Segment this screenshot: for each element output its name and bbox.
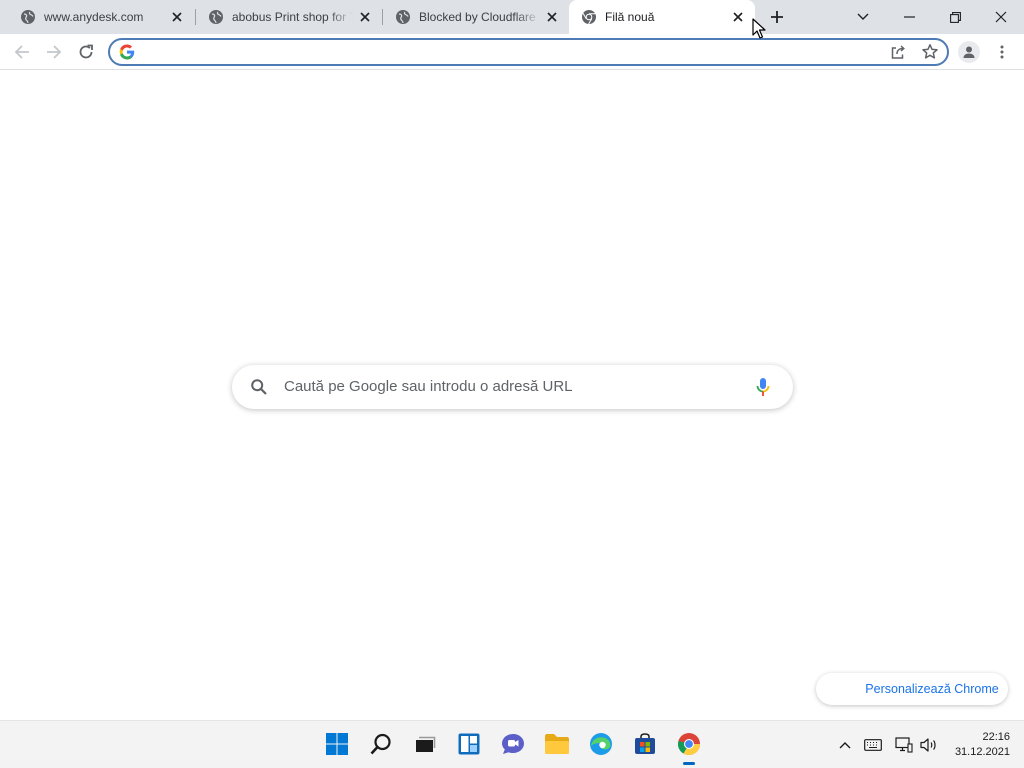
file-explorer-button[interactable] xyxy=(542,729,572,759)
task-view-icon xyxy=(416,736,436,752)
task-view-button[interactable] xyxy=(410,729,440,759)
chrome-taskbar-button[interactable] xyxy=(674,729,704,765)
widgets-icon xyxy=(458,733,480,755)
volume-icon xyxy=(920,738,936,752)
tab-anydesk[interactable]: www.anydesk.com xyxy=(8,0,194,34)
arrow-right-icon xyxy=(47,45,62,59)
globe-icon xyxy=(396,10,410,24)
share-icon[interactable] xyxy=(889,43,907,61)
close-icon xyxy=(547,12,557,22)
taskbar-clock[interactable]: 22:16 31.12.2021 xyxy=(948,730,1010,760)
edge-button[interactable] xyxy=(586,729,616,759)
google-icon xyxy=(119,44,135,60)
chrome-icon xyxy=(678,733,700,755)
ntp-search-box[interactable]: Caută pe Google sau introdu o adresă URL xyxy=(232,365,793,409)
start-button[interactable] xyxy=(322,729,352,759)
tab-close-button[interactable] xyxy=(544,9,560,25)
chrome-icon xyxy=(582,10,596,25)
close-icon xyxy=(172,12,182,22)
address-bar[interactable] xyxy=(108,38,949,66)
minimize-button[interactable] xyxy=(886,0,932,34)
new-tab-button[interactable] xyxy=(766,6,788,28)
show-hidden-icons-button[interactable] xyxy=(835,735,855,755)
tab-cloudflare[interactable]: Blocked by Cloudflare xyxy=(383,0,569,34)
customize-label: Personalizează Chrome xyxy=(865,682,999,696)
tab-title: www.anydesk.com xyxy=(44,10,144,24)
close-icon xyxy=(733,12,743,22)
globe-icon xyxy=(21,10,35,24)
keyboard-button[interactable] xyxy=(863,735,883,755)
search-icon xyxy=(370,733,391,755)
tab-close-button[interactable] xyxy=(730,9,746,25)
start-icon xyxy=(326,733,348,755)
volume-button[interactable] xyxy=(919,735,939,755)
tab-title: Blocked by Cloudflare xyxy=(419,10,536,24)
chevron-up-icon xyxy=(839,742,851,749)
reload-button[interactable] xyxy=(73,39,99,65)
search-icon xyxy=(251,379,267,395)
search-placeholder: Caută pe Google sau introdu o adresă URL xyxy=(284,378,573,395)
restore-button[interactable] xyxy=(932,0,978,34)
plus-icon xyxy=(771,11,783,23)
taskbar-search-button[interactable] xyxy=(366,729,396,759)
restore-icon xyxy=(949,11,961,23)
tab-new-tab[interactable]: Filă nouă xyxy=(569,0,755,34)
customize-chrome-button[interactable]: Personalizează Chrome xyxy=(816,673,1008,705)
chrome-menu-button[interactable] xyxy=(993,43,1011,61)
close-icon xyxy=(360,12,370,22)
globe-icon xyxy=(209,10,223,24)
person-icon xyxy=(963,46,975,58)
tab-title: abobus Print shop for T xyxy=(232,10,353,24)
mouse-cursor-icon xyxy=(752,18,766,39)
microphone-icon[interactable] xyxy=(756,377,770,397)
widgets-button[interactable] xyxy=(454,729,484,759)
chevron-down-icon xyxy=(857,13,869,20)
teams-chat-button[interactable] xyxy=(498,729,528,759)
more-vertical-icon xyxy=(1000,45,1004,59)
close-icon xyxy=(995,11,1007,23)
profile-button[interactable] xyxy=(958,41,980,63)
bookmark-star-icon[interactable] xyxy=(921,43,939,61)
store-button[interactable] xyxy=(630,729,660,759)
keyboard-icon xyxy=(864,739,882,751)
reload-icon xyxy=(79,44,93,59)
edge-icon xyxy=(590,733,612,755)
file-explorer-icon xyxy=(545,734,569,754)
store-icon xyxy=(635,733,655,754)
back-button[interactable] xyxy=(9,39,35,65)
minimize-icon xyxy=(903,16,915,18)
tab-close-button[interactable] xyxy=(169,9,185,25)
taskbar: 22:16 31.12.2021 xyxy=(0,720,1024,768)
tab-close-button[interactable] xyxy=(357,9,373,25)
close-window-button[interactable] xyxy=(978,0,1024,34)
tab-title: Filă nouă xyxy=(605,10,655,24)
arrow-left-icon xyxy=(14,45,29,59)
clock-time: 22:16 xyxy=(982,731,1010,743)
address-input[interactable] xyxy=(142,42,882,62)
clock-date: 31.12.2021 xyxy=(954,746,1010,758)
tab-search-button[interactable] xyxy=(840,0,886,34)
browser-toolbar xyxy=(0,34,1024,70)
tab-abobus[interactable]: abobus Print shop for T xyxy=(196,0,382,34)
network-icon xyxy=(895,737,913,753)
forward-button[interactable] xyxy=(41,39,67,65)
tab-strip: www.anydesk.com abobus Print shop for T … xyxy=(0,0,1024,34)
network-button[interactable] xyxy=(894,735,914,755)
teams-chat-icon xyxy=(502,734,524,754)
